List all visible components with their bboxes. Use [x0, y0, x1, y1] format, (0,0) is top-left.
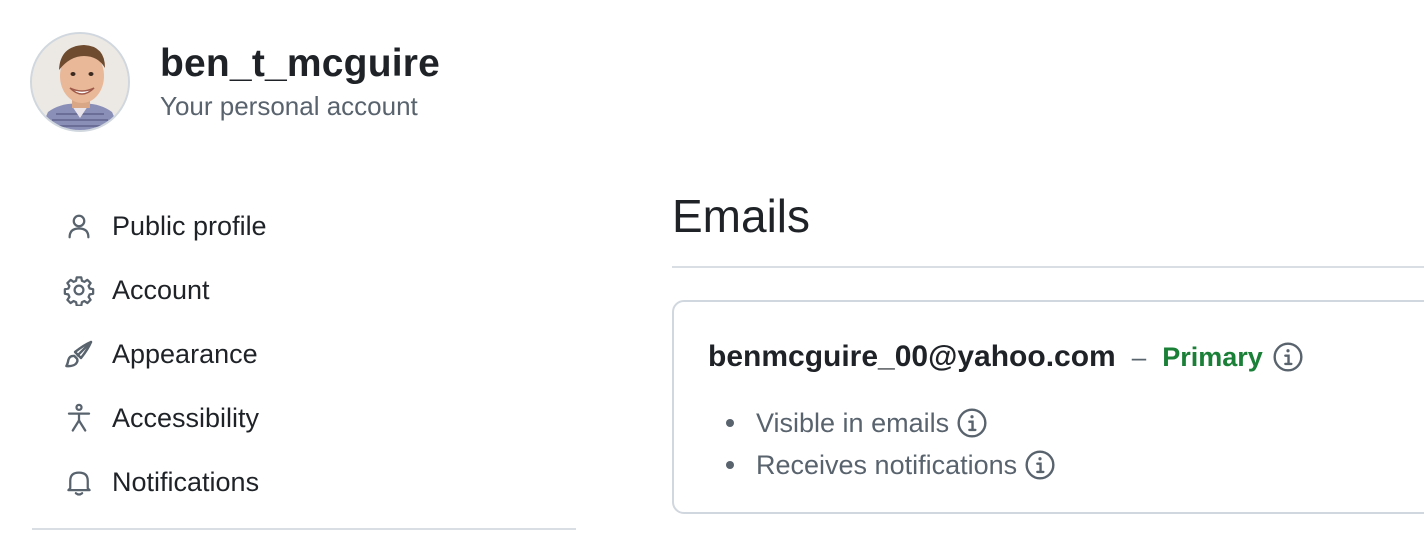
list-item: Receives notifications — [726, 444, 1057, 486]
sidebar-item-label: Accessibility — [112, 402, 260, 433]
email-detail-visible: Visible in emails — [756, 407, 950, 438]
account-header: ben_t_mcguire Your personal account — [30, 32, 440, 132]
header-text: ben_t_mcguire Your personal account — [160, 41, 440, 123]
person-icon — [62, 209, 96, 243]
settings-sidebar: Public profile Account Appearance Access… — [32, 194, 576, 514]
email-card: benmcguire_00@yahoo.com – Primary Visibl… — [672, 300, 1424, 514]
sidebar-item-account[interactable]: Account — [32, 258, 576, 322]
list-item: Visible in emails — [726, 402, 1057, 444]
avatar-image — [32, 34, 128, 130]
username[interactable]: ben_t_mcguire — [160, 41, 440, 87]
sidebar-item-public-profile[interactable]: Public profile — [32, 194, 576, 258]
email-separator: – — [1131, 341, 1147, 372]
sidebar-item-appearance[interactable]: Appearance — [32, 322, 576, 386]
sidebar-divider — [32, 528, 576, 530]
email-details-list: Visible in emails Receives notifications — [726, 402, 1057, 486]
sidebar-item-accessibility[interactable]: Accessibility — [32, 386, 576, 450]
primary-badge: Primary — [1162, 341, 1263, 372]
accessibility-icon — [62, 401, 96, 435]
bell-icon — [62, 465, 96, 499]
info-icon[interactable] — [1023, 448, 1057, 482]
sidebar-item-label: Notifications — [112, 466, 260, 497]
avatar[interactable] — [30, 32, 130, 132]
email-address: benmcguire_00@yahoo.com — [708, 340, 1116, 373]
paintbrush-icon — [62, 337, 96, 371]
settings-page: ben_t_mcguire Your personal account Publ… — [0, 0, 1424, 548]
sidebar-item-label: Public profile — [112, 210, 267, 241]
bullet-icon — [726, 461, 734, 469]
title-divider — [672, 266, 1424, 268]
info-icon[interactable] — [1271, 340, 1305, 374]
sidebar-item-notifications[interactable]: Notifications — [32, 450, 576, 514]
bullet-icon — [726, 419, 734, 427]
sidebar-item-label: Account — [112, 274, 210, 305]
page-title: Emails — [672, 190, 811, 242]
gear-icon — [62, 273, 96, 307]
account-subtitle: Your personal account — [160, 91, 418, 121]
email-row: benmcguire_00@yahoo.com – Primary — [708, 340, 1305, 374]
email-detail-notifications: Receives notifications — [756, 449, 1018, 480]
sidebar-item-label: Appearance — [112, 338, 258, 369]
info-icon[interactable] — [955, 406, 989, 440]
